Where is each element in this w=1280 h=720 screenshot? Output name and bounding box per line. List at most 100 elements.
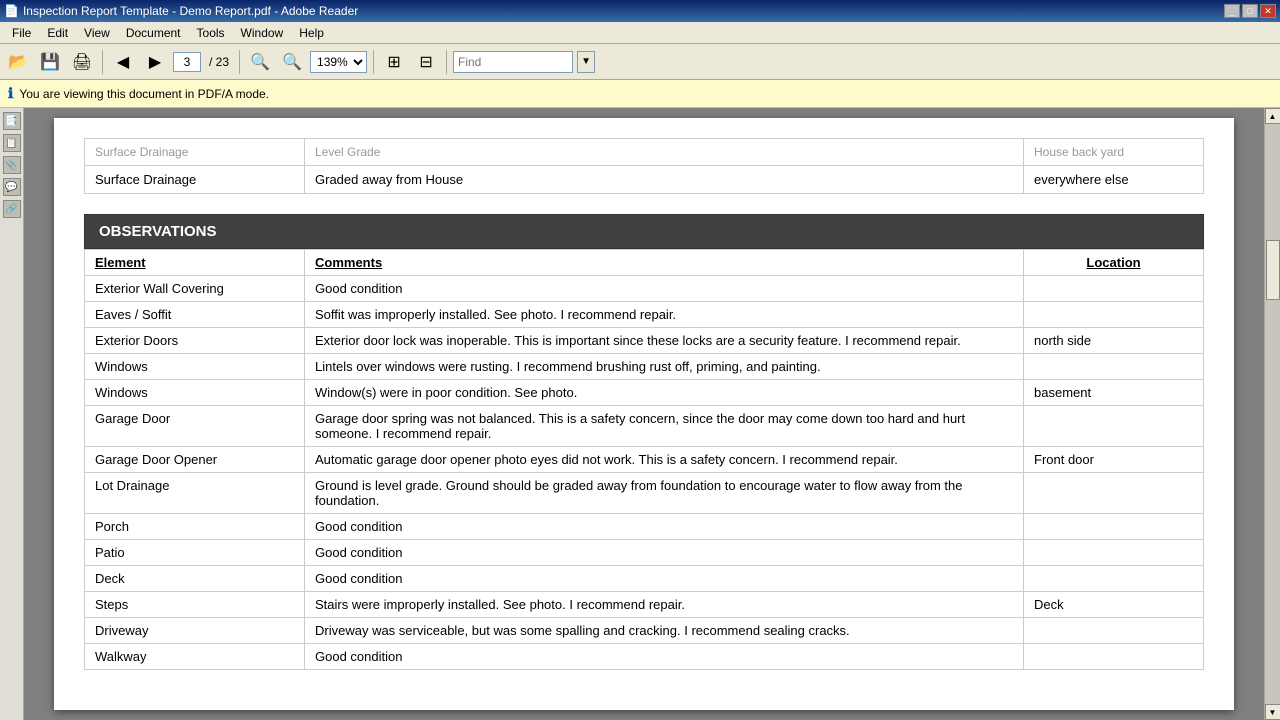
find-dropdown-button[interactable]: ▼ [577, 51, 595, 73]
toolbar: 📂 💾 🖨 ◀ ▶ / 23 🔍 🔍 139% 100% 150% 200% ⊞… [0, 44, 1280, 80]
element-cell: Lot Drainage [85, 473, 305, 514]
location-cell [1024, 566, 1204, 592]
zoom-out-button[interactable]: 🔍 [246, 48, 274, 76]
link-icon[interactable]: 🔗 [3, 200, 21, 218]
table-row: Surface Drainage Graded away from House … [85, 166, 1204, 194]
location-cell: basement [1024, 380, 1204, 406]
element-cell: Patio [85, 540, 305, 566]
left-sidebar: 📑 📋 📎 💬 🔗 [0, 108, 24, 720]
scroll-thumb[interactable] [1266, 240, 1280, 300]
element-cell: Windows [85, 380, 305, 406]
print-button[interactable]: 🖨 [68, 48, 96, 76]
minimize-button[interactable]: _ [1224, 4, 1240, 18]
element-cell: Garage Door [85, 406, 305, 447]
scroll-track[interactable] [1265, 124, 1280, 704]
main-area: 📑 📋 📎 💬 🔗 Surface Drainage Level Grade H… [0, 108, 1280, 720]
find-input[interactable] [453, 51, 573, 73]
element-cell: Deck [85, 566, 305, 592]
open-button[interactable]: 📂 [4, 48, 32, 76]
fit-width-button[interactable]: ⊟ [412, 48, 440, 76]
menu-tools[interactable]: Tools [189, 24, 233, 42]
menu-help[interactable]: Help [291, 24, 332, 42]
fit-page-button[interactable]: ⊞ [380, 48, 408, 76]
info-message: You are viewing this document in PDF/A m… [19, 87, 269, 101]
bookmarks-icon[interactable]: 📑 [3, 112, 21, 130]
table-row: DeckGood condition [85, 566, 1204, 592]
menu-view[interactable]: View [76, 24, 118, 42]
table-row: PorchGood condition [85, 514, 1204, 540]
location-cell: everywhere else [1024, 166, 1204, 194]
menu-window[interactable]: Window [233, 24, 292, 42]
element-cell: Porch [85, 514, 305, 540]
location-cell [1024, 514, 1204, 540]
comments-cell: Driveway was serviceable, but was some s… [305, 618, 1024, 644]
top-table: Surface Drainage Level Grade House back … [84, 138, 1204, 194]
table-row: Eaves / SoffitSoffit was improperly inst… [85, 302, 1204, 328]
next-page-button[interactable]: ▶ [141, 48, 169, 76]
menu-edit[interactable]: Edit [39, 24, 76, 42]
observations-header: OBSERVATIONS [84, 214, 1204, 249]
prev-page-button[interactable]: ◀ [109, 48, 137, 76]
comments-cell: Stairs were improperly installed. See ph… [305, 592, 1024, 618]
element-cell: Steps [85, 592, 305, 618]
close-button[interactable]: ✕ [1260, 4, 1276, 18]
location-cell [1024, 276, 1204, 302]
element-header: Element [85, 250, 305, 276]
comments-header: Comments [305, 250, 1024, 276]
comments-cell: Level Grade [305, 139, 1024, 166]
element-cell: Driveway [85, 618, 305, 644]
scroll-down-button[interactable]: ▼ [1265, 704, 1280, 720]
location-cell: House back yard [1024, 139, 1204, 166]
element-cell: Surface Drainage [85, 166, 305, 194]
title-bar-left: 📄 Inspection Report Template - Demo Repo… [4, 4, 358, 18]
table-row: WalkwayGood condition [85, 644, 1204, 670]
location-cell [1024, 540, 1204, 566]
location-cell [1024, 644, 1204, 670]
element-cell: Exterior Doors [85, 328, 305, 354]
attachments-icon[interactable]: 📎 [3, 156, 21, 174]
location-cell [1024, 354, 1204, 380]
comments-cell: Ground is level grade. Ground should be … [305, 473, 1024, 514]
pages-icon[interactable]: 📋 [3, 134, 21, 152]
comments-cell: Good condition [305, 644, 1024, 670]
table-row: WindowsLintels over windows were rusting… [85, 354, 1204, 380]
table-row: Garage DoorGarage door spring was not ba… [85, 406, 1204, 447]
comments-cell: Soffit was improperly installed. See pho… [305, 302, 1024, 328]
location-cell [1024, 473, 1204, 514]
page-number-input[interactable] [173, 52, 201, 72]
element-cell: Surface Drainage [85, 139, 305, 166]
pdf-page: Surface Drainage Level Grade House back … [54, 118, 1234, 710]
location-cell [1024, 406, 1204, 447]
pdf-content[interactable]: Surface Drainage Level Grade House back … [24, 108, 1264, 720]
comments-cell: Good condition [305, 514, 1024, 540]
app-icon: 📄 [4, 4, 19, 18]
menu-file[interactable]: File [4, 24, 39, 42]
table-row: StepsStairs were improperly installed. S… [85, 592, 1204, 618]
table-row: Surface Drainage Level Grade House back … [85, 139, 1204, 166]
zoom-select[interactable]: 139% 100% 150% 200% [310, 51, 367, 73]
menu-document[interactable]: Document [118, 24, 189, 42]
table-row: Lot DrainageGround is level grade. Groun… [85, 473, 1204, 514]
comments-cell: Good condition [305, 540, 1024, 566]
maximize-button[interactable]: □ [1242, 4, 1258, 18]
right-scrollbar[interactable]: ▲ ▼ [1264, 108, 1280, 720]
info-icon: ℹ [8, 85, 13, 102]
comments-cell: Garage door spring was not balanced. Thi… [305, 406, 1024, 447]
page-total: / 23 [205, 55, 233, 69]
comments-cell: Good condition [305, 566, 1024, 592]
element-cell: Walkway [85, 644, 305, 670]
comment-icon[interactable]: 💬 [3, 178, 21, 196]
element-cell: Exterior Wall Covering [85, 276, 305, 302]
scroll-up-button[interactable]: ▲ [1265, 108, 1280, 124]
window-title: Inspection Report Template - Demo Report… [23, 4, 358, 18]
title-bar-controls[interactable]: _ □ ✕ [1224, 4, 1276, 18]
comments-cell: Window(s) were in poor condition. See ph… [305, 380, 1024, 406]
observations-table: Element Comments Location Exterior Wall … [84, 249, 1204, 670]
menu-bar: File Edit View Document Tools Window Hel… [0, 22, 1280, 44]
separator-4 [446, 50, 447, 74]
save-button[interactable]: 💾 [36, 48, 64, 76]
separator-1 [102, 50, 103, 74]
comments-cell: Lintels over windows were rusting. I rec… [305, 354, 1024, 380]
zoom-in-button[interactable]: 🔍 [278, 48, 306, 76]
element-cell: Eaves / Soffit [85, 302, 305, 328]
